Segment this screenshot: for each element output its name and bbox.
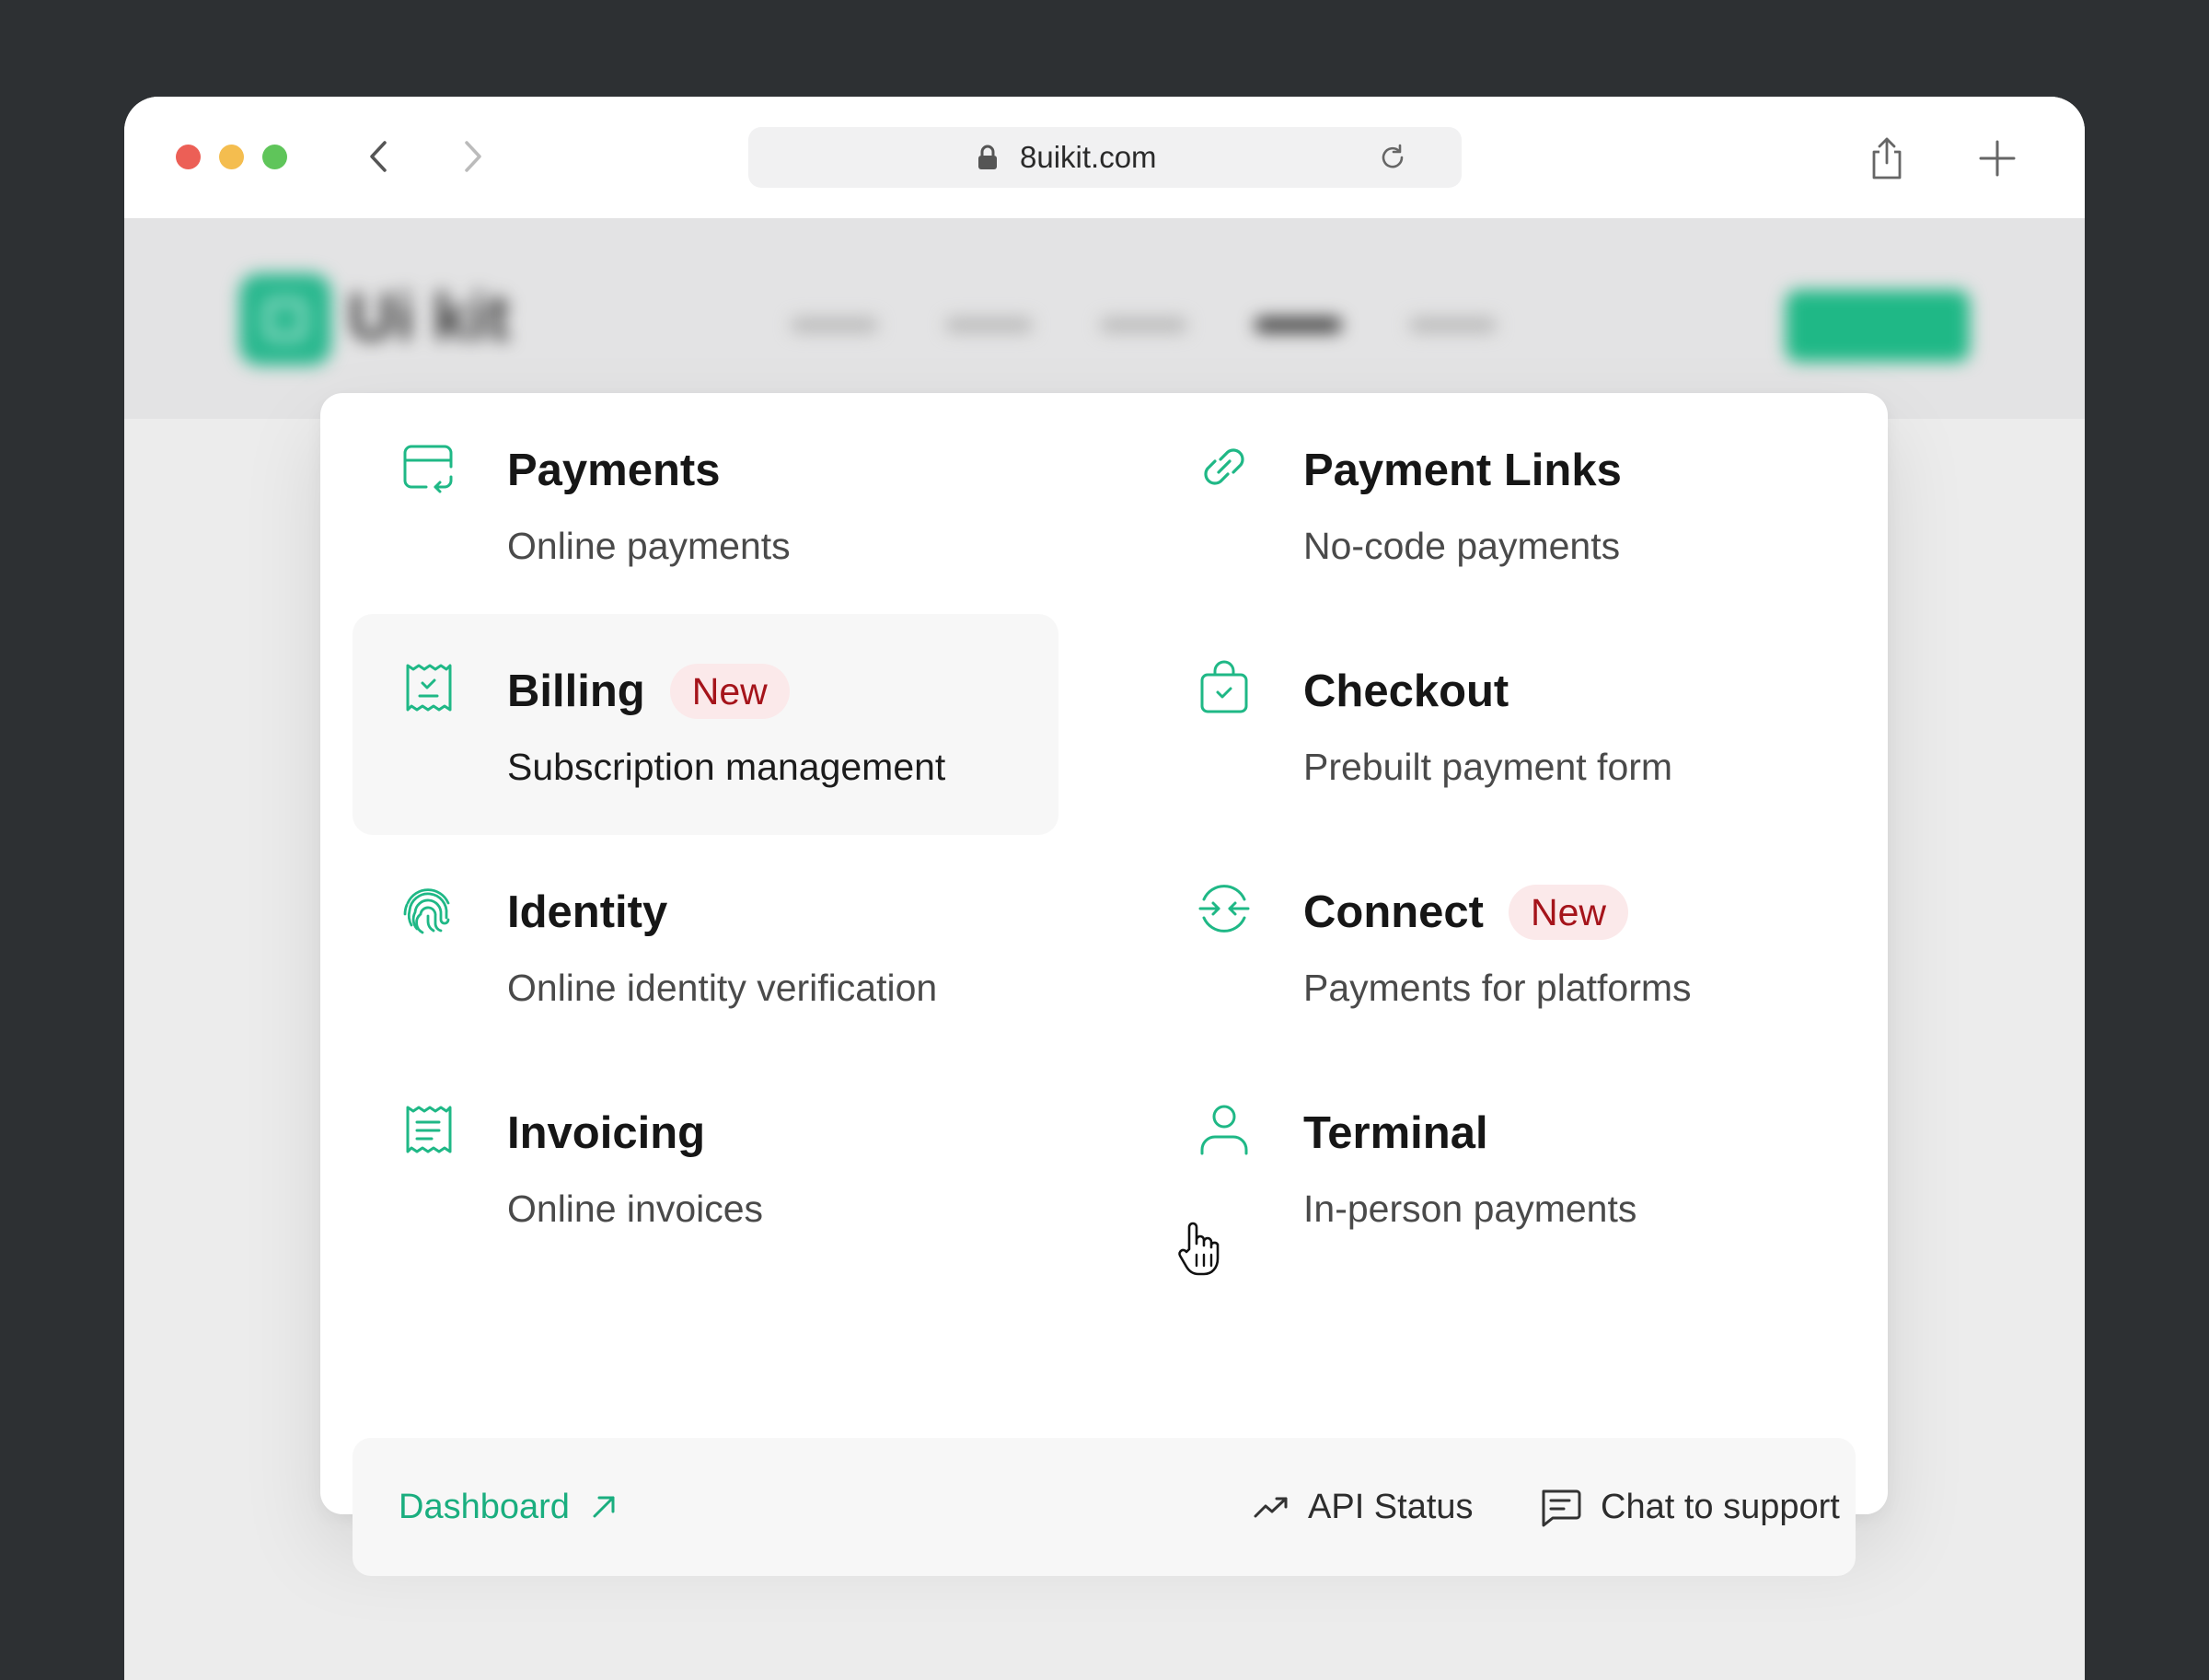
menu-item-payments[interactable]: Payments Online payments	[353, 393, 1058, 614]
site-nav-item[interactable]	[791, 318, 878, 332]
back-arrow-icon[interactable]	[356, 133, 402, 180]
menu-item-description: Online identity verification	[507, 967, 938, 1009]
site-logo[interactable]	[239, 273, 331, 365]
browser-window: 8uikit.com Ui kit Payments Online paymen…	[124, 97, 2085, 1680]
menu-item-description: No-code payments	[1303, 525, 1621, 567]
trending-up-icon	[1254, 1497, 1288, 1518]
menu-item-description: Payments for platforms	[1303, 967, 1692, 1009]
menu-item-title: Identity	[507, 887, 668, 937]
site-header: Ui kit	[124, 218, 2085, 419]
dropdown-footer: Dashboard API Status Chat to support	[353, 1438, 1856, 1576]
external-arrow-icon	[593, 1496, 615, 1518]
hand-pointer-icon	[1178, 1222, 1220, 1276]
dashboard-label: Dashboard	[399, 1488, 570, 1526]
new-tab-plus-icon[interactable]	[1977, 138, 2018, 179]
document-lines-icon	[406, 1106, 452, 1153]
site-nav-item-active[interactable]	[1255, 318, 1342, 332]
menu-item-invoicing[interactable]: Invoicing Online invoices	[353, 1056, 1058, 1277]
chat-support-label: Chat to support	[1601, 1487, 1840, 1526]
url-text: 8uikit.com	[1020, 140, 1157, 174]
address-bar[interactable]: 8uikit.com	[748, 127, 1462, 188]
site-nav-item[interactable]	[1409, 318, 1497, 332]
chat-support-link[interactable]: Chat to support	[1538, 1438, 1840, 1576]
card-transfer-icon	[403, 445, 453, 493]
site-nav-item[interactable]	[945, 318, 1033, 332]
minimize-window-button[interactable]	[219, 145, 244, 169]
menu-item-checkout[interactable]: Checkout Prebuilt payment form	[1149, 614, 1855, 835]
menu-item-terminal[interactable]: Terminal In-person payments	[1149, 1056, 1855, 1277]
new-badge: New	[1509, 885, 1629, 940]
menu-item-title: Checkout	[1303, 666, 1509, 716]
user-icon	[1200, 1105, 1248, 1155]
menu-item-description: Prebuilt payment form	[1303, 746, 1673, 788]
reload-icon[interactable]	[1377, 142, 1408, 173]
link-icon	[1204, 448, 1244, 485]
forward-arrow-icon[interactable]	[449, 133, 495, 180]
site-logo-text: Ui kit	[348, 281, 511, 354]
menu-item-description: Online payments	[507, 525, 791, 567]
receipt-check-icon	[406, 664, 452, 712]
menu-item-billing[interactable]: Billing New Subscription management	[353, 614, 1058, 835]
menu-item-identity[interactable]: Identity Online identity verification	[353, 835, 1058, 1056]
products-dropdown: Payments Online payments Payment Links N…	[320, 393, 1888, 1576]
dashboard-link[interactable]: Dashboard	[399, 1438, 618, 1576]
menu-item-description: In-person payments	[1303, 1188, 1637, 1230]
api-status-link[interactable]: API Status	[1253, 1438, 1474, 1576]
arrows-converge-icon	[1198, 885, 1250, 933]
share-icon[interactable]	[1867, 135, 1907, 181]
menu-item-title: Terminal	[1303, 1108, 1488, 1158]
menu-item-payment-links[interactable]: Payment Links No-code payments	[1149, 393, 1855, 614]
api-status-label: API Status	[1308, 1487, 1474, 1526]
site-cta-button[interactable]	[1786, 290, 1970, 362]
shopping-bag-check-icon	[1200, 660, 1248, 713]
menu-item-title: Billing	[507, 666, 645, 716]
menu-item-description: Subscription management	[507, 746, 946, 788]
lock-icon	[978, 145, 997, 169]
new-badge: New	[669, 664, 790, 719]
maximize-window-button[interactable]	[262, 145, 287, 169]
menu-item-title: Payments	[507, 446, 721, 495]
fingerprint-icon	[403, 888, 450, 934]
menu-item-connect[interactable]: Connect New Payments for platforms	[1149, 835, 1855, 1056]
site-nav-item[interactable]	[1100, 318, 1187, 332]
menu-item-title: Connect	[1303, 887, 1484, 937]
chat-bubble-icon	[1542, 1489, 1581, 1527]
browser-toolbar: 8uikit.com	[124, 97, 2085, 218]
close-window-button[interactable]	[176, 145, 201, 169]
menu-item-title: Invoicing	[507, 1108, 706, 1158]
menu-item-title: Payment Links	[1303, 446, 1622, 495]
menu-item-description: Online invoices	[507, 1188, 764, 1230]
